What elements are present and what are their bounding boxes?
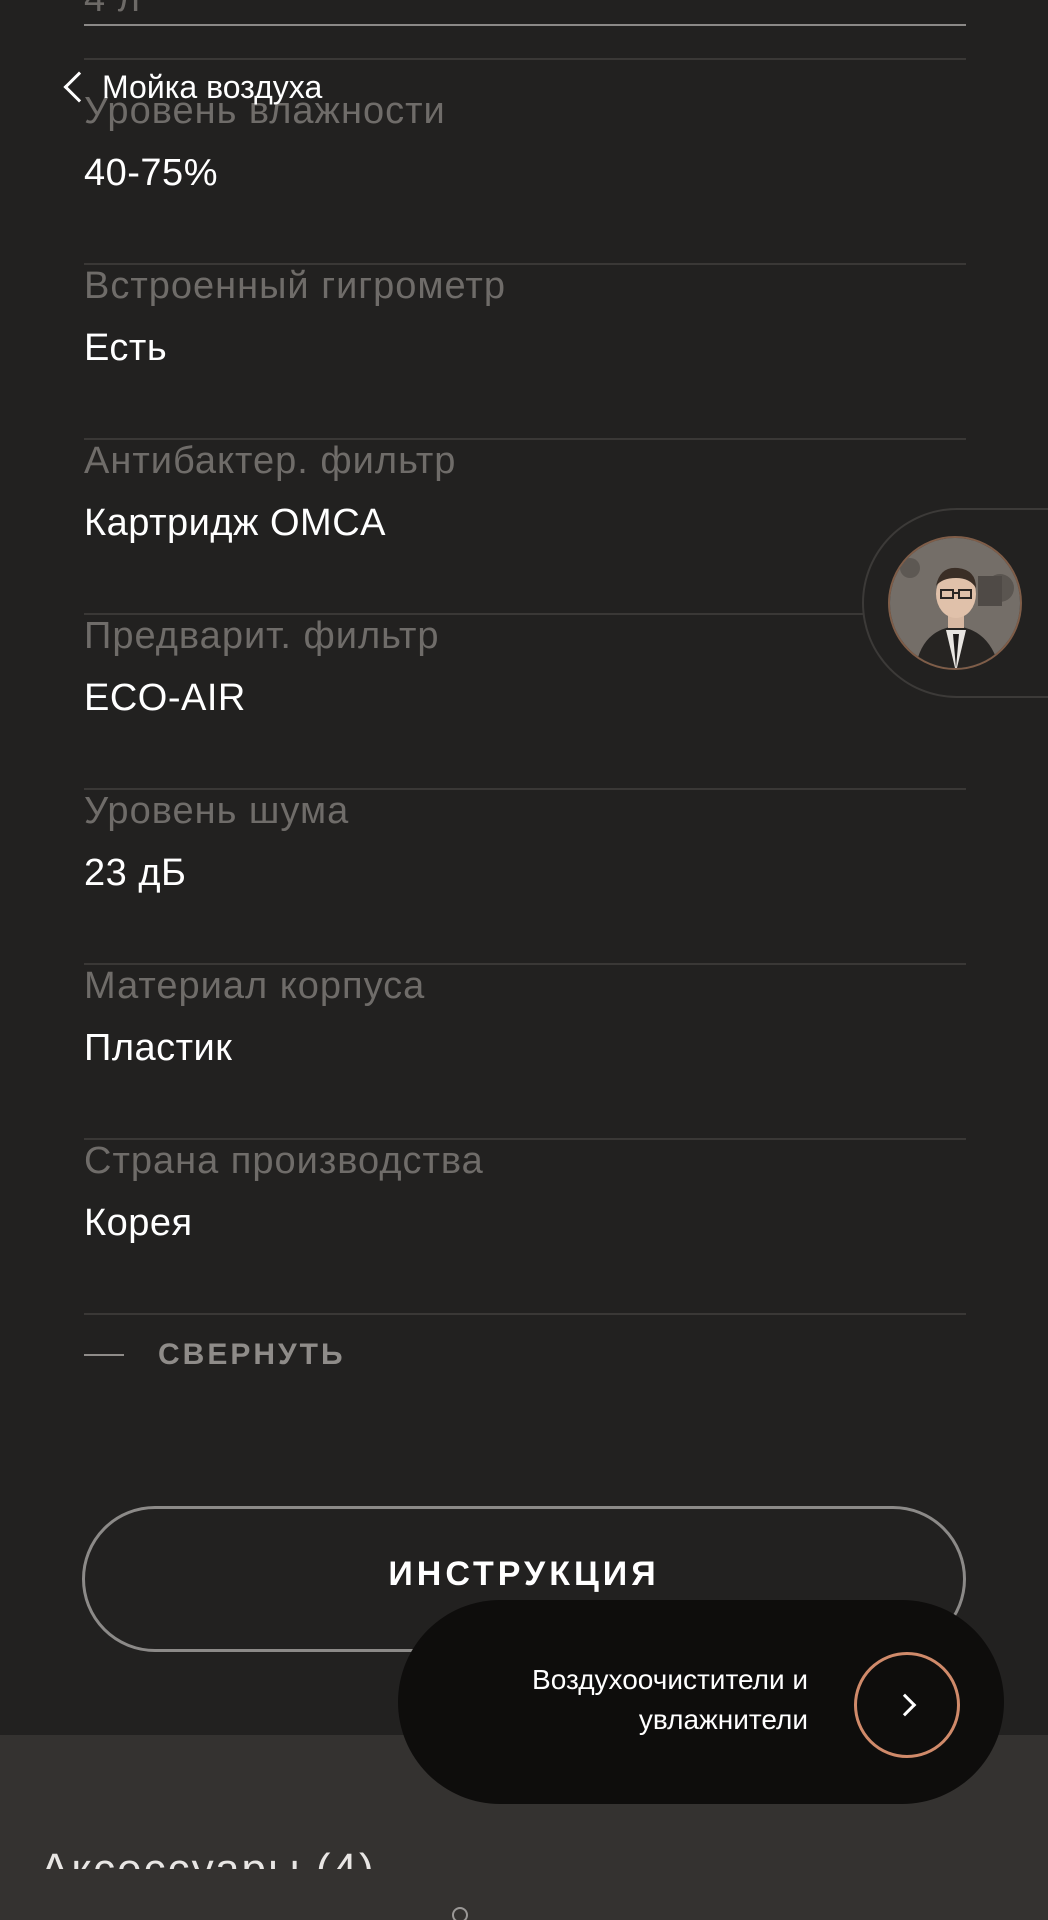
avatar-photo-icon [890,538,1020,668]
minus-icon [84,1354,124,1356]
back-button[interactable]: Мойка воздуха [60,62,322,112]
collapse-button[interactable]: СВЕРНУТЬ [84,1330,346,1380]
spec-row-humidity: Уровень влажности 40-75% [84,90,966,265]
specs-list: Уровень влажности 40-75% Встроенный гигр… [84,90,966,1315]
category-next-button[interactable] [854,1652,960,1758]
spec-row-country: Страна производства Корея [84,1140,966,1315]
spec-label: Предварит. фильтр [84,615,440,657]
category-nav-pill[interactable]: Воздухоочистители и увлажнители [398,1600,1004,1804]
spec-row-prefilter: Предварит. фильтр ECO-AIR [84,615,966,790]
category-nav-line2: увлажнители [638,1704,808,1735]
spec-label: Встроенный гигрометр [84,265,506,307]
spec-label: Страна производства [84,1140,484,1182]
spec-value: 23 дБ [84,852,187,894]
spec-row-antibacterial-filter: Антибактер. фильтр Картридж OMCA [84,440,966,615]
spec-row-material: Материал корпуса Пластик [84,965,966,1140]
spec-row-noise: Уровень шума 23 дБ [84,790,966,965]
back-label: Мойка воздуха [102,68,323,105]
spec-value: ECO-AIR [84,677,246,719]
divider [84,58,966,60]
spec-value: Корея [84,1202,193,1244]
spec-value: 40-75% [84,152,218,194]
spec-label: Антибактер. фильтр [84,440,457,482]
collapse-label: СВЕРНУТЬ [158,1338,346,1371]
previous-spec-value-cut: 4 л [84,0,141,21]
consultant-avatar[interactable] [888,536,1022,670]
instruction-button-label: ИНСТРУКЦИЯ [388,1554,660,1593]
spec-row-hygrometer: Встроенный гигрометр Есть [84,265,966,440]
spec-value: Есть [84,327,168,369]
chevron-right-icon [893,1693,917,1717]
spec-value: Пластик [84,1027,233,1069]
category-nav-line1: Воздухоочистители и [532,1664,808,1695]
divider [84,24,966,26]
accessories-heading-cut: Аксессуары (4) [40,1845,376,1869]
spec-label: Уровень шума [84,790,350,832]
home-indicator-icon [452,1907,468,1920]
spec-value: Картридж OMCA [84,502,386,544]
chevron-left-icon [63,71,95,103]
spec-label: Материал корпуса [84,965,426,1007]
